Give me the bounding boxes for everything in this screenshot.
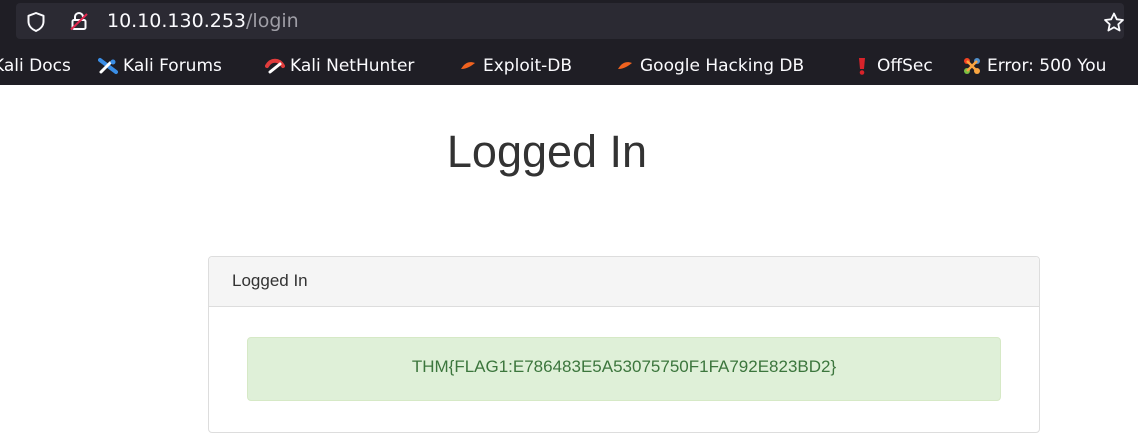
offsec-icon [859,58,865,75]
google-hacking-db-icon [618,62,632,69]
url-host: 10.10.130.253 [107,10,247,32]
tracking-protection-shield-icon[interactable] [27,12,45,32]
url-path: /login [246,10,299,32]
bookmark-google-hacking-db[interactable]: Google Hacking DB [615,54,804,78]
login-panel: Logged In THM{FLAG1:E786483E5A53075750F1… [208,256,1040,433]
bookmark-offsec[interactable]: OffSec [852,54,933,78]
bookmark-label: Kali Forums [123,56,222,76]
bookmark-label: Kali Docs [0,56,71,76]
url-text[interactable]: 10.10.130.253/login [107,10,299,32]
bookmark-kali-docs[interactable]: Kali Docs [0,54,71,78]
bookmark-label: Google Hacking DB [640,56,805,76]
bookmarks-toolbar: Kali Docs Kali Forums Kali NetHunter Exp… [0,50,1138,82]
bookmark-kali-nethunter[interactable]: Kali NetHunter [265,54,414,78]
browser-chrome: 10.10.130.253/login Kali Docs Kali Forum… [0,0,1138,85]
insecure-connection-lock-icon[interactable] [69,11,89,31]
bookmark-label: Error: 500 You [987,56,1107,76]
exploit-db-icon [461,62,475,69]
bookmark-label: Kali NetHunter [290,56,415,76]
kali-forums-icon [98,58,118,74]
page-title: Logged In [446,126,648,177]
bookmark-star-icon[interactable] [1103,12,1125,32]
bookmark-label: OffSec [877,56,933,76]
kali-nethunter-icon [265,58,285,74]
bookmark-label: Exploit-DB [483,56,572,76]
address-bar[interactable]: 10.10.130.253/login [16,3,1124,39]
joomla-icon [964,58,980,74]
panel-heading: Logged In [209,257,1039,307]
bookmark-error-500[interactable]: Error: 500 You [962,54,1106,78]
bookmark-kali-forums[interactable]: Kali Forums [98,54,222,78]
success-alert: THM{FLAG1:E786483E5A53075750F1FA792E823B… [247,337,1001,401]
bookmark-exploit-db[interactable]: Exploit-DB [458,54,572,78]
